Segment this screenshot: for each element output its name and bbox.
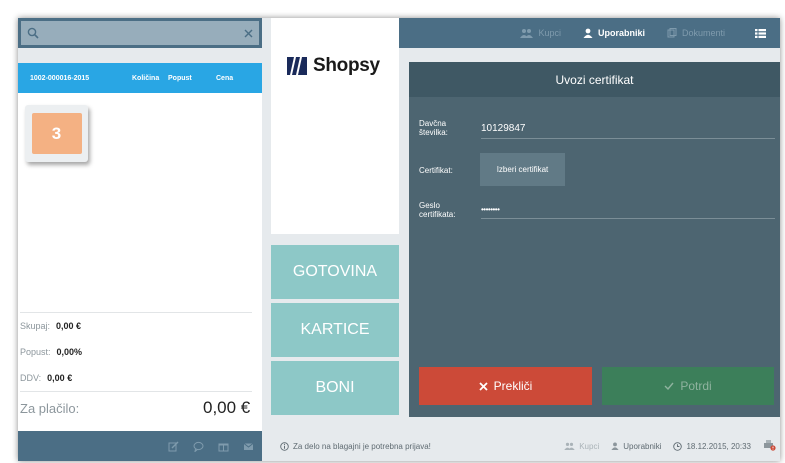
column-quantity: Količina: [132, 74, 160, 82]
discount-label: Popust:: [20, 347, 51, 357]
user-icon: [583, 28, 593, 38]
status-message: Za delo na blagajni je potrebna prijava!: [280, 442, 431, 451]
cards-button[interactable]: KARTICE: [271, 303, 399, 357]
status-customers-label: Kupci: [579, 441, 600, 451]
logo-panel: Shopsy: [271, 18, 399, 234]
status-customers: Kupci: [564, 442, 599, 451]
clear-search-icon[interactable]: [244, 29, 253, 38]
nav-users-label: Uporabniki: [597, 28, 645, 38]
cart-header: 1002-000016-2015 Količina Popust Cena: [18, 63, 262, 93]
cart-toolbar: [18, 431, 262, 461]
confirm-label: Potrdi: [680, 379, 712, 393]
step-number: 3: [31, 113, 82, 154]
import-certificate-dialog: Uvozi certifikat Davčna številka: 101298…: [409, 62, 780, 417]
password-label: Geslo certifikata:: [419, 201, 456, 219]
column-discount: Popust: [168, 74, 192, 82]
dialog-title: Uvozi certifikat: [409, 62, 780, 97]
vat-value: 0,00 €: [47, 373, 73, 383]
nav-customers[interactable]: Kupci: [520, 28, 561, 38]
mail-icon[interactable]: [243, 441, 254, 452]
search-input[interactable]: [21, 21, 259, 45]
choose-certificate-button[interactable]: Izberi certifikat: [480, 153, 565, 186]
nav-users[interactable]: Uporabniki: [583, 28, 645, 38]
vouchers-button[interactable]: BONI: [271, 361, 399, 415]
printer-warning-icon[interactable]: [763, 439, 776, 453]
menu-icon[interactable]: [755, 28, 766, 38]
customers-icon: [520, 29, 534, 38]
tax-number-input[interactable]: 10129847: [481, 123, 775, 139]
cancel-label: Prekliči: [493, 379, 533, 393]
step-badge: 3: [25, 105, 88, 162]
shopsy-logo-icon: [287, 57, 307, 75]
status-datetime: 18.12.2015, 20:33: [673, 442, 751, 451]
amount-due-label: Za plačilo:: [20, 401, 80, 416]
receipt-number: 1002-000016-2015: [30, 74, 90, 82]
column-price: Cena: [216, 74, 234, 82]
certificate-label: Certifikat:: [419, 166, 453, 175]
user-icon: [611, 442, 619, 450]
cancel-button[interactable]: Prekliči: [419, 367, 592, 405]
nav-customers-label: Kupci: [538, 28, 561, 38]
divider: [20, 312, 252, 313]
nav-documents-label: Dokumenti: [681, 28, 725, 38]
cart-panel: 1002-000016-2015 Količina Popust Cena 3 …: [18, 63, 262, 431]
password-input[interactable]: ••••••••: [481, 205, 775, 219]
total-value: 0,00 €: [56, 321, 82, 331]
total-label: Skupaj:: [20, 321, 51, 331]
amount-due-value: 0,00 €: [203, 398, 251, 417]
comment-icon[interactable]: [193, 441, 204, 452]
status-users: Uporabniki: [611, 442, 661, 451]
discount-row: Popust: 0,00%: [20, 347, 82, 357]
cash-button[interactable]: GOTOVINA: [271, 245, 399, 299]
search-icon: [27, 27, 39, 39]
status-message-text: Za delo na blagajni je potrebna prijava!: [293, 441, 431, 451]
tax-number-label: Davčna številka:: [419, 119, 448, 137]
search-bar: [18, 18, 262, 48]
confirm-button[interactable]: Potrdi: [602, 367, 774, 405]
check-icon: [664, 382, 674, 390]
pos-window: 1002-000016-2015 Količina Popust Cena 3 …: [18, 18, 780, 461]
clock-icon: [673, 441, 683, 451]
close-icon: [479, 381, 488, 391]
documents-icon: [667, 28, 677, 38]
divider: [20, 391, 252, 392]
logo-text: Shopsy: [313, 55, 380, 76]
gift-icon[interactable]: [218, 441, 229, 452]
shopsy-logo: Shopsy: [285, 55, 380, 77]
discount-value: 0,00%: [56, 347, 83, 357]
top-nav: Kupci Uporabniki Dokumenti: [399, 18, 780, 48]
status-datetime-text: 18.12.2015, 20:33: [686, 441, 751, 451]
status-users-label: Uporabniki: [623, 441, 662, 451]
edit-icon[interactable]: [168, 441, 179, 452]
vat-row: DDV: 0,00 €: [20, 373, 72, 383]
nav-documents[interactable]: Dokumenti: [667, 28, 725, 38]
customers-icon: [564, 442, 575, 450]
info-icon: [280, 441, 289, 451]
total-row: Skupaj: 0,00 €: [20, 321, 81, 331]
status-bar: Za delo na blagajni je potrebna prijava!…: [271, 431, 780, 461]
vat-label: DDV:: [20, 373, 42, 383]
